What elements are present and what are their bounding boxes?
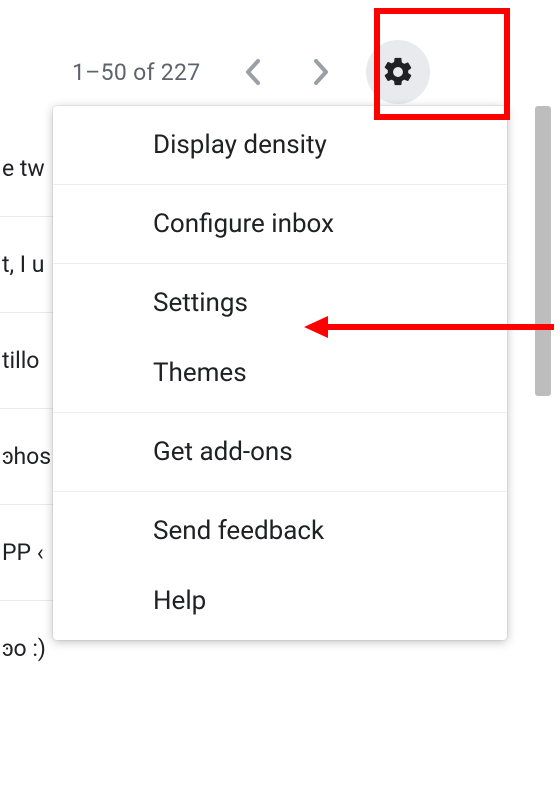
mail-row[interactable]: e tw [0,120,60,216]
menu-item-help[interactable]: Help [53,566,507,640]
pagination-label: 1–50 of 227 [72,59,200,86]
chevron-right-icon [313,59,329,85]
mail-row[interactable]: ͽhos [0,408,60,504]
gear-icon [381,55,415,89]
toolbar: 1–50 of 227 [0,42,560,102]
menu-item-display-density[interactable]: Display density [53,106,507,184]
settings-gear-button[interactable] [366,40,430,104]
chevron-left-icon [245,59,261,85]
settings-dropdown: Display density Configure inbox Settings… [53,106,507,640]
mail-row[interactable]: ͽo :) [0,600,60,696]
menu-item-send-feedback[interactable]: Send feedback [53,491,507,566]
mail-row[interactable]: tillo [0,312,60,408]
menu-item-configure-inbox[interactable]: Configure inbox [53,184,507,263]
mail-row[interactable]: t, I u [0,216,60,312]
menu-item-settings[interactable]: Settings [53,263,507,338]
mail-list: e tw t, I u tillo ͽhos PP ‹ ͽo :) [0,120,60,696]
scrollbar-thumb[interactable] [535,106,551,396]
prev-page-button[interactable] [228,47,278,97]
next-page-button[interactable] [296,47,346,97]
mail-row[interactable]: PP ‹ [0,504,60,600]
menu-item-themes[interactable]: Themes [53,338,507,412]
menu-item-get-addons[interactable]: Get add-ons [53,412,507,491]
